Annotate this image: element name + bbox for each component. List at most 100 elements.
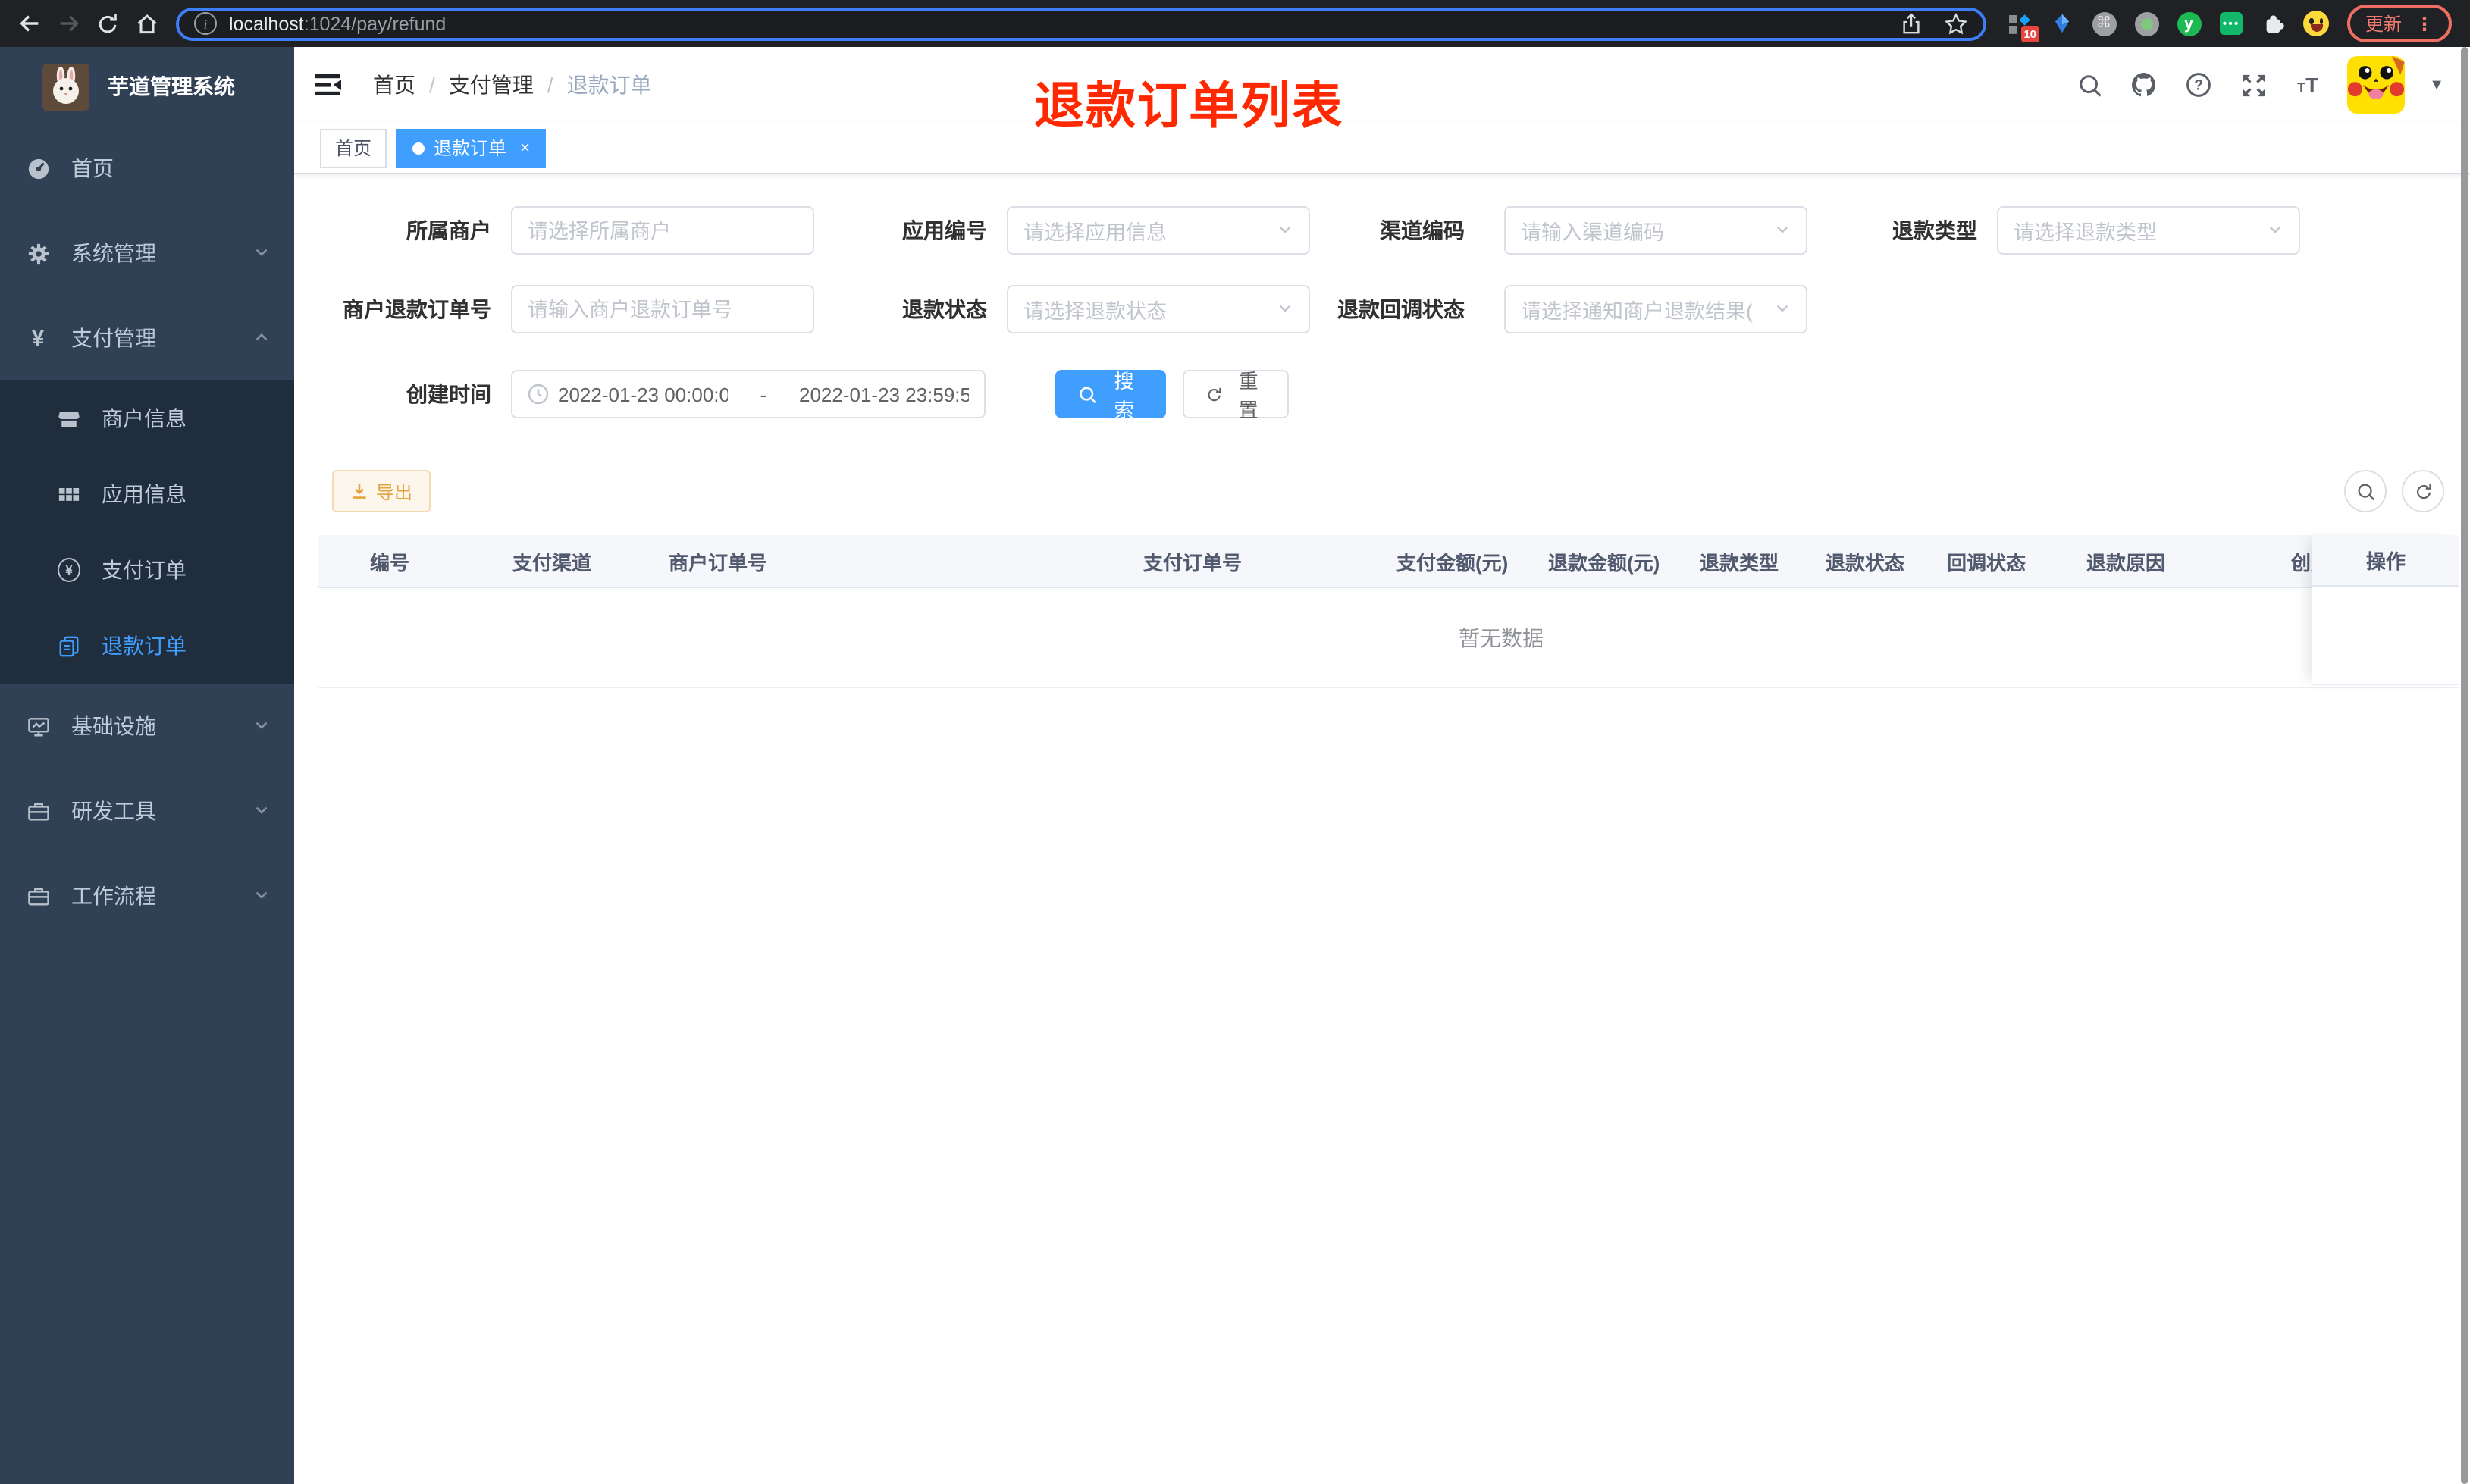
sidebar-item-pay-order[interactable]: ¥ 支付订单 xyxy=(0,532,294,608)
share-icon[interactable] xyxy=(1900,12,1923,35)
sidebar-item-label: 基础设施 xyxy=(71,714,156,738)
merchant-input[interactable] xyxy=(511,206,814,255)
browser-home-button[interactable] xyxy=(127,4,167,43)
svg-text:?: ? xyxy=(2194,78,2203,94)
avatar-caret-icon[interactable]: ▼ xyxy=(2429,77,2444,93)
tag-label: 退款订单 xyxy=(434,138,507,159)
th-id[interactable]: 编号 xyxy=(318,535,488,587)
user-avatar[interactable] xyxy=(2347,56,2406,114)
sidebar-item-label: 应用信息 xyxy=(102,482,187,506)
tag-home[interactable]: 首页 xyxy=(320,128,387,167)
th-pay-amount[interactable]: 支付金额(元) xyxy=(1372,535,1524,587)
breadcrumb-home[interactable]: 首页 xyxy=(373,70,415,100)
page-info-icon[interactable]: i xyxy=(194,12,217,35)
download-icon xyxy=(353,484,366,499)
sidebar-item-label: 支付管理 xyxy=(71,326,156,350)
address-bar[interactable]: i localhost:1024/pay/refund xyxy=(176,7,1986,40)
search-button[interactable]: 搜索 xyxy=(1055,370,1166,421)
extension-kite-icon[interactable] xyxy=(2048,11,2074,36)
export-button[interactable]: 导出 xyxy=(332,470,431,512)
tag-label: 首页 xyxy=(335,138,372,159)
extension-y-icon[interactable]: y xyxy=(2176,11,2202,36)
sidebar-item-label: 商户信息 xyxy=(102,406,187,430)
app-root: i localhost:1024/pay/refund 10 ⌘ y ••• 更… xyxy=(0,0,2470,1484)
chevron-down-icon xyxy=(1768,219,1791,242)
chevron-down-icon xyxy=(1271,219,1293,242)
browser-back-button[interactable] xyxy=(9,4,49,43)
refund-type-select[interactable]: 请选择退款类型 xyxy=(1997,206,2300,255)
th-pay-order-no[interactable]: 支付订单号 xyxy=(1119,535,1372,587)
th-callback-status[interactable]: 回调状态 xyxy=(1923,535,2062,587)
breadcrumb-parent[interactable]: 支付管理 xyxy=(449,70,534,100)
refresh-table-button[interactable] xyxy=(2402,470,2444,512)
browser-reload-button[interactable] xyxy=(88,4,127,43)
sidebar-item-devtools[interactable]: 研发工具 xyxy=(0,769,294,853)
th-refund-amount[interactable]: 退款金额(元) xyxy=(1524,535,1675,587)
channel-select[interactable]: 请输入渠道编码 xyxy=(1504,206,1807,255)
th-create-time[interactable]: 创建时间 xyxy=(2267,535,2312,587)
date-end-value[interactable]: 2022-01-23 23:59:59 xyxy=(799,383,969,405)
extension-puzzle-icon[interactable] xyxy=(2261,11,2287,36)
sidebar-item-workflow[interactable]: 工作流程 xyxy=(0,853,294,938)
select-placeholder: 请选择退款状态 xyxy=(1023,300,1167,323)
th-refund-type[interactable]: 退款类型 xyxy=(1675,535,1801,587)
sidebar-item-app-info[interactable]: 应用信息 xyxy=(0,456,294,532)
github-button[interactable] xyxy=(2129,70,2159,100)
app-select[interactable]: 请选择应用信息 xyxy=(1007,206,1310,255)
tag-close-icon[interactable]: × xyxy=(520,139,530,157)
sidebar-submenu-pay: 商户信息 应用信息 ¥ 支付订单 退款订单 xyxy=(0,380,294,684)
date-start-value[interactable]: 2022-01-23 00:00:00 xyxy=(558,383,728,405)
question-icon: ? xyxy=(2186,73,2211,97)
merchant-refund-no-field[interactable] xyxy=(528,298,798,321)
create-time-range-picker[interactable]: 2022-01-23 00:00:00 - 2022-01-23 23:59:5… xyxy=(511,370,986,418)
browser-menu-icon[interactable]: ⋮ xyxy=(2415,13,2434,34)
th-merchant-order-no[interactable]: 商户订单号 xyxy=(644,535,1119,587)
select-placeholder: 请选择退款类型 xyxy=(2014,221,2157,244)
refund-status-select[interactable]: 请选择退款状态 xyxy=(1007,285,1310,333)
emoji-face-icon xyxy=(2303,11,2329,36)
bookmark-star-icon[interactable] xyxy=(1944,11,1968,36)
field-label: 所属商户 xyxy=(406,218,491,243)
header-search-button[interactable] xyxy=(2074,70,2105,100)
top-navbar: 首页 / 支付管理 / 退款订单 ? TT ▼ xyxy=(294,47,2470,123)
sidebar-item-infra[interactable]: 基础设施 xyxy=(0,684,294,769)
th-refund-reason[interactable]: 退款原因 xyxy=(2062,535,2267,587)
sidebar-item-pay[interactable]: ¥ 支付管理 xyxy=(0,296,294,380)
toolbox-icon xyxy=(26,800,50,822)
search-button-label: 搜索 xyxy=(1114,370,1134,421)
extension-record-icon[interactable] xyxy=(2133,11,2159,36)
reset-button[interactable]: 重置 xyxy=(1183,370,1289,421)
tag-refund-order[interactable]: 退款订单 × xyxy=(396,128,547,167)
field-label: 应用编号 xyxy=(902,218,987,243)
browser-update-button[interactable]: 更新 ⋮ xyxy=(2347,5,2453,42)
extension-emoji-icon[interactable] xyxy=(2303,11,2329,36)
filter-row-3: 创建时间 2022-01-23 00:00:00 - 2022-01-23 23… xyxy=(318,370,2470,421)
extension-blocks-icon[interactable]: 10 xyxy=(2006,11,2039,42)
help-button[interactable]: ? xyxy=(2183,70,2214,100)
sidebar-item-home[interactable]: 首页 xyxy=(0,126,294,211)
dashboard-icon xyxy=(26,157,50,180)
fullscreen-button[interactable] xyxy=(2238,70,2268,100)
sidebar-item-label: 系统管理 xyxy=(71,241,156,265)
toggle-search-button[interactable] xyxy=(2344,470,2387,512)
active-dot-icon xyxy=(412,142,425,154)
sidebar-collapse-button[interactable] xyxy=(312,70,343,100)
extension-chat-icon[interactable]: ••• xyxy=(2218,11,2244,36)
browser-forward-button[interactable] xyxy=(49,4,88,43)
font-size-button[interactable]: TT xyxy=(2293,70,2323,100)
notify-status-select[interactable]: 请选择通知商户退款结果( xyxy=(1504,285,1807,333)
merchant-input-field[interactable] xyxy=(528,219,798,242)
merchant-refund-no-input[interactable] xyxy=(511,285,814,333)
sidebar-item-merchant-info[interactable]: 商户信息 xyxy=(0,380,294,456)
sidebar-item-system[interactable]: 系统管理 xyxy=(0,211,294,296)
sidebar-item-refund-order[interactable]: 退款订单 xyxy=(0,608,294,684)
url-text: localhost:1024/pay/refund xyxy=(229,13,447,34)
th-operation[interactable]: 操作 xyxy=(2312,535,2459,587)
page-scrollbar[interactable] xyxy=(2461,47,2468,1484)
extension-command-icon[interactable]: ⌘ xyxy=(2091,11,2117,36)
th-refund-status[interactable]: 退款状态 xyxy=(1801,535,1923,587)
field-label: 创建时间 xyxy=(406,382,491,406)
sidebar-logo[interactable]: 芋道管理系统 xyxy=(0,47,294,126)
th-pay-channel[interactable]: 支付渠道 xyxy=(488,535,644,587)
chevron-down-icon xyxy=(2261,219,2283,242)
